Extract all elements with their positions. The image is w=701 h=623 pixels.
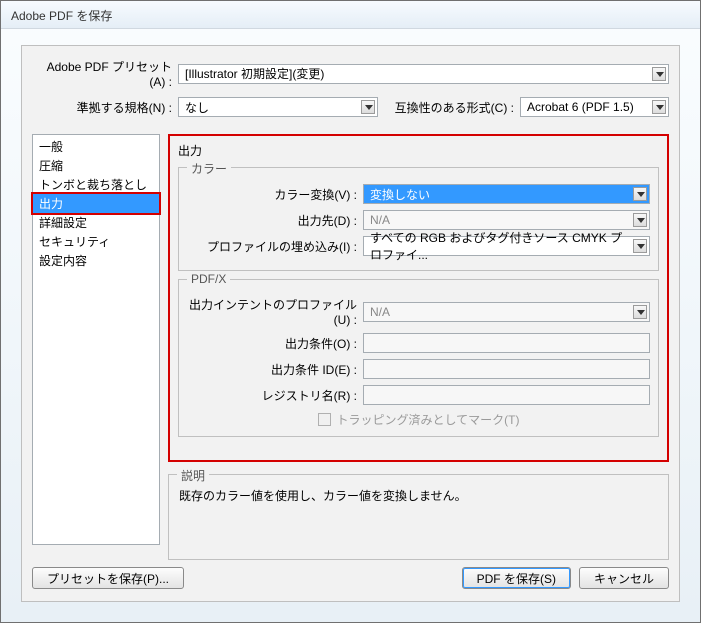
compat-label: 互換性のある形式(C) :: [384, 99, 514, 116]
dialog-body: Adobe PDF プリセット(A) : [Illustrator 初期設定](…: [21, 45, 680, 602]
category-sidebar: 一般圧縮トンボと裁ち落とし出力詳細設定セキュリティ設定内容: [32, 134, 160, 545]
save-pdf-button[interactable]: PDF を保存(S): [462, 567, 571, 589]
pdfx-group: PDF/X 出力インテントのプロファイル(U) : N/A 出力条件(O) :: [178, 279, 659, 437]
sidebar-item[interactable]: トンボと裁ち落とし: [33, 175, 159, 194]
intent-label: 出力インテントのプロファイル(U) :: [187, 296, 357, 327]
sidebar-item[interactable]: 一般: [33, 137, 159, 156]
color-legend: カラー: [187, 160, 231, 177]
intent-value: N/A: [370, 305, 390, 319]
color-convert-label: カラー変換(V) :: [187, 186, 357, 203]
button-bar: プリセットを保存(P)... PDF を保存(S) キャンセル: [32, 567, 669, 589]
dest-select: N/A: [363, 210, 650, 230]
preset-value: [Illustrator 初期設定](変更): [185, 65, 324, 82]
description-legend: 説明: [177, 467, 209, 484]
profile-embed-value: すべての RGB およびタグ付きソース CMYK プロファイ...: [370, 229, 633, 263]
sidebar-item[interactable]: 出力: [31, 192, 161, 215]
highlight-box: 出力 カラー カラー変換(V) : 変換しない 出力先(D) :: [168, 134, 669, 462]
intent-select: N/A: [363, 302, 650, 322]
color-group: カラー カラー変換(V) : 変換しない 出力先(D) : N/A: [178, 167, 659, 271]
cond-label: 出力条件(O) :: [187, 335, 357, 352]
save-pdf-label: PDF を保存(S): [477, 570, 556, 587]
compat-value: Acrobat 6 (PDF 1.5): [527, 100, 634, 114]
dialog-window: Adobe PDF を保存 Adobe PDF プリセット(A) : [Illu…: [0, 0, 701, 623]
trapped-row: トラッピング済みとしてマーク(T): [187, 411, 650, 428]
sidebar-item[interactable]: 圧縮: [33, 156, 159, 175]
save-preset-label: プリセットを保存(P)...: [47, 570, 169, 587]
profile-embed-select[interactable]: すべての RGB およびタグ付きソース CMYK プロファイ...: [363, 236, 650, 256]
chevron-down-icon: [652, 67, 666, 81]
cond-input: [363, 333, 650, 353]
chevron-down-icon: [633, 187, 647, 201]
color-convert-value: 変換しない: [370, 186, 430, 203]
panel-title: 出力: [178, 142, 659, 159]
compat-select[interactable]: Acrobat 6 (PDF 1.5): [520, 97, 669, 117]
description-text: 既存のカラー値を使用し、カラー値を変換しません。: [179, 487, 658, 504]
registry-label: レジストリ名(R) :: [187, 387, 357, 404]
chevron-down-icon: [633, 213, 647, 227]
chevron-down-icon: [652, 100, 666, 114]
save-preset-button[interactable]: プリセットを保存(P)...: [32, 567, 184, 589]
sidebar-item[interactable]: 詳細設定: [33, 213, 159, 232]
chevron-down-icon: [361, 100, 375, 114]
standard-select[interactable]: なし: [178, 97, 378, 117]
standard-value: なし: [185, 99, 209, 116]
registry-input: [363, 385, 650, 405]
dest-label: 出力先(D) :: [187, 212, 357, 229]
standard-label: 準拠する規格(N) :: [32, 99, 172, 116]
profile-embed-label: プロファイルの埋め込み(I) :: [187, 238, 357, 255]
condid-label: 出力条件 ID(E) :: [187, 361, 357, 378]
preset-select[interactable]: [Illustrator 初期設定](変更): [178, 64, 669, 84]
condid-input: [363, 359, 650, 379]
chevron-down-icon: [633, 305, 647, 319]
description-group: 説明 既存のカラー値を使用し、カラー値を変換しません。: [168, 474, 669, 560]
title-bar: Adobe PDF を保存: [1, 1, 700, 29]
chevron-down-icon: [633, 239, 647, 253]
dest-value: N/A: [370, 213, 390, 227]
output-panel: 出力 カラー カラー変換(V) : 変換しない 出力先(D) :: [168, 134, 669, 545]
trapped-label: トラッピング済みとしてマーク(T): [337, 411, 520, 428]
trapped-checkbox: [318, 413, 331, 426]
cancel-label: キャンセル: [594, 570, 654, 587]
sidebar-item[interactable]: セキュリティ: [33, 232, 159, 251]
color-convert-select[interactable]: 変換しない: [363, 184, 650, 204]
cancel-button[interactable]: キャンセル: [579, 567, 669, 589]
sidebar-item[interactable]: 設定内容: [33, 251, 159, 270]
preset-label: Adobe PDF プリセット(A) :: [32, 58, 172, 89]
window-title: Adobe PDF を保存: [11, 9, 112, 23]
pdfx-legend: PDF/X: [187, 272, 230, 286]
